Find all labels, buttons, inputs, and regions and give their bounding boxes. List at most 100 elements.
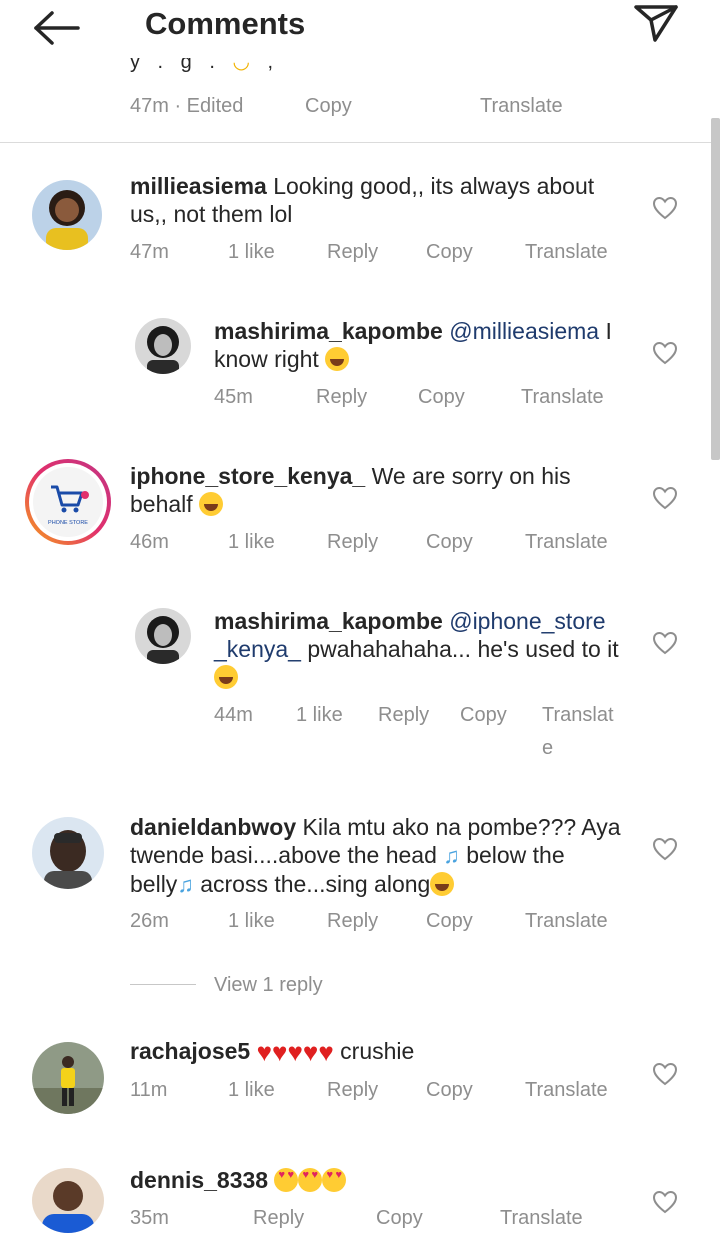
avatar-logo-text: PHONE STORE xyxy=(48,520,88,526)
laughing-emoji-icon xyxy=(199,492,224,516)
music-note-icon: ♫ xyxy=(443,843,460,868)
like-count[interactable]: 1 like xyxy=(228,910,275,933)
reply-button[interactable]: Reply xyxy=(327,910,378,933)
heart-eyes-emoji-icon xyxy=(322,1168,347,1192)
comment-time: 47m xyxy=(130,241,169,263)
translate-button[interactable]: Translate xyxy=(500,1207,583,1230)
comment-body: Kila mtu ako na pombe??? Aya xyxy=(302,814,621,840)
heart-outline-icon[interactable] xyxy=(652,630,678,656)
copy-button[interactable]: Copy xyxy=(418,386,465,409)
heart-eyes-emoji-icon xyxy=(298,1168,323,1192)
laughing-emoji-icon xyxy=(325,347,350,371)
red-heart-emoji-icon: ♥ xyxy=(256,1037,273,1067)
comment-time: 11m xyxy=(130,1079,168,1101)
comment-time: 35m xyxy=(130,1207,169,1229)
top-bar: Comments xyxy=(0,0,720,62)
like-count[interactable]: 1 like xyxy=(296,704,343,727)
mention-link-cont[interactable]: _kenya_ xyxy=(214,636,301,662)
copy-button[interactable]: Copy xyxy=(426,241,473,264)
red-heart-emoji-icon: ♥ xyxy=(272,1037,288,1067)
view-replies-button[interactable]: View 1 reply xyxy=(214,974,323,997)
copy-button[interactable]: Copy xyxy=(305,95,352,118)
mention-link[interactable]: @iphone_store xyxy=(449,608,605,634)
avatar[interactable] xyxy=(135,318,191,374)
comment-body-cont: behalf xyxy=(130,491,193,517)
like-count[interactable]: 1 like xyxy=(228,1079,275,1102)
laughing-emoji-icon xyxy=(430,872,455,896)
translate-button[interactable]: Translat xyxy=(542,704,614,727)
red-heart-emoji-icon: ♥ xyxy=(287,1037,303,1067)
translate-button[interactable]: Translate xyxy=(525,1079,608,1102)
username[interactable]: mashirima_kapombe xyxy=(214,318,443,344)
comment-time: 26m xyxy=(130,910,169,932)
comment-body: crushie xyxy=(340,1038,415,1064)
translate-button[interactable]: Translate xyxy=(525,241,608,264)
comment-body-cont: us,, not them lol xyxy=(130,201,293,227)
reply-button[interactable]: Reply xyxy=(378,704,429,727)
comment-body: pwahahahaha... he's used to it xyxy=(307,636,619,662)
comment-body-cont: know right xyxy=(214,346,319,372)
username[interactable]: dennis_8338 xyxy=(130,1167,268,1193)
avatar[interactable] xyxy=(32,1168,104,1233)
comment-time: 45m xyxy=(214,386,253,408)
partial-comment-text: y . g . ◡ , xyxy=(130,58,280,73)
reply-button[interactable]: Reply xyxy=(327,1079,378,1102)
translate-button[interactable]: Translate xyxy=(480,95,563,118)
username[interactable]: millieasiema xyxy=(130,173,267,199)
translate-button[interactable]: Translate xyxy=(525,910,608,933)
username[interactable]: mashirima_kapombe xyxy=(214,608,443,634)
comment-body-cont: across the...sing along xyxy=(200,871,431,897)
heart-outline-icon[interactable] xyxy=(652,485,678,511)
red-heart-emoji-icon: ♥ xyxy=(302,1037,319,1067)
comment-time: 47m · Edited xyxy=(130,95,244,117)
heart-outline-icon[interactable] xyxy=(652,1189,678,1215)
like-count[interactable]: 1 like xyxy=(228,531,275,554)
translate-button[interactable]: Translate xyxy=(525,531,608,554)
avatar[interactable] xyxy=(32,180,102,250)
music-note-icon: ♫ xyxy=(177,872,194,897)
back-arrow-icon[interactable] xyxy=(30,8,82,48)
copy-button[interactable]: Copy xyxy=(426,1079,473,1102)
comment-text: iphone_store_kenya_ We are sorry on his … xyxy=(130,462,630,518)
username[interactable]: iphone_store_kenya_ xyxy=(130,463,365,489)
comment-time: 46m xyxy=(130,531,169,553)
copy-button[interactable]: Copy xyxy=(426,531,473,554)
comment-text: rachajose5 ♥♥♥♥♥ crushie xyxy=(130,1037,630,1066)
divider xyxy=(0,142,720,143)
copy-button[interactable]: Copy xyxy=(376,1207,423,1230)
comment-body-cont: below the xyxy=(466,842,565,868)
avatar-story-ring[interactable]: PHONE STORE xyxy=(23,457,113,547)
page-title: Comments xyxy=(145,6,306,41)
heart-outline-icon[interactable] xyxy=(652,340,678,366)
scrollbar[interactable] xyxy=(711,118,720,460)
comment-time: 44m xyxy=(214,704,253,726)
reply-button[interactable]: Reply xyxy=(327,241,378,264)
red-heart-emoji-icon: ♥ xyxy=(318,1037,334,1067)
translate-button[interactable]: Translate xyxy=(521,386,604,409)
username[interactable]: danieldanbwoy xyxy=(130,814,296,840)
comment-text: danieldanbwoy Kila mtu ako na pombe??? A… xyxy=(130,813,640,899)
comment-body: Looking good,, its always about xyxy=(273,173,595,199)
reply-button[interactable]: Reply xyxy=(316,386,367,409)
mention-link[interactable]: @millieasiema xyxy=(449,318,599,344)
heart-outline-icon[interactable] xyxy=(652,836,678,862)
like-count[interactable]: 1 like xyxy=(228,241,275,264)
avatar[interactable] xyxy=(135,608,191,664)
reply-button[interactable]: Reply xyxy=(327,531,378,554)
comment-text: mashirima_kapombe @millieasiema I know r… xyxy=(214,317,634,373)
copy-button[interactable]: Copy xyxy=(426,910,473,933)
comment-body: I xyxy=(605,318,612,344)
avatar[interactable] xyxy=(32,817,104,889)
laughing-emoji-icon xyxy=(214,665,238,689)
heart-outline-icon[interactable] xyxy=(652,1061,678,1087)
send-icon[interactable] xyxy=(630,0,682,46)
comment-body-cont: belly xyxy=(130,871,178,897)
translate-button-wrap[interactable]: e xyxy=(542,737,553,760)
heart-outline-icon[interactable] xyxy=(652,195,678,221)
view-replies-line xyxy=(130,984,196,985)
comment-text: dennis_8338 xyxy=(130,1166,630,1194)
username[interactable]: rachajose5 xyxy=(130,1038,250,1064)
copy-button[interactable]: Copy xyxy=(460,704,507,727)
reply-button[interactable]: Reply xyxy=(253,1207,304,1230)
avatar[interactable] xyxy=(32,1042,104,1114)
